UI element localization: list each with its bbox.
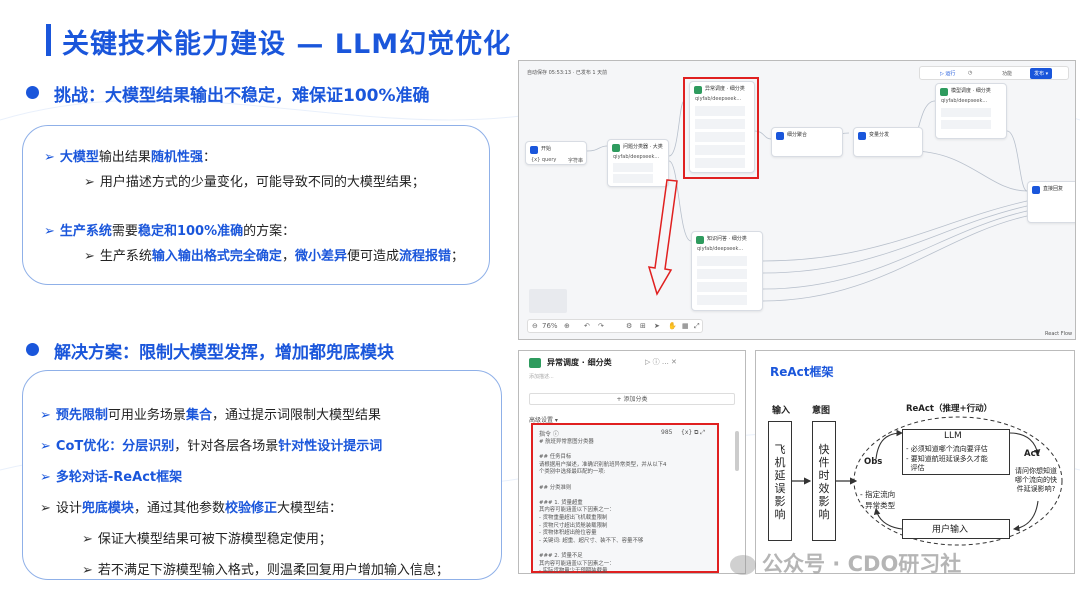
start-icon [530, 146, 538, 154]
reactflow-credit: React Flow [1045, 331, 1073, 337]
pointer-icon[interactable]: ➤ [654, 322, 660, 330]
solution-heading: 解决方案：限制大模型发挥，增加都兜底模块 [54, 343, 394, 363]
node-reply[interactable]: 模型调度 · 细分类 qiyfab/deepseek... [935, 83, 1007, 139]
zoom-in-icon[interactable]: ⊕ [564, 322, 570, 330]
settings-icon[interactable]: ⚙ [626, 322, 632, 330]
grid-icon[interactable]: ▦ [682, 322, 689, 330]
solution-bullet [26, 343, 39, 356]
arrow-icon: ➢ [40, 408, 51, 423]
reply-icon [1032, 186, 1040, 194]
prompt-line [539, 545, 666, 553]
page-title: 关键技术能力建设 — LLM幻觉优化 [62, 29, 512, 60]
panel-title: 异常调度 · 细分类 [547, 358, 612, 367]
arrow-icon: ➢ [84, 249, 95, 264]
arrow-icon: ➢ [44, 150, 55, 165]
prompt-line: - 实际货物量少于预期装载量 [539, 568, 608, 574]
minimap[interactable] [529, 289, 567, 313]
user-input-text: 用户输入 [932, 525, 969, 535]
hand-icon[interactable]: ✋ [668, 322, 677, 330]
challenge-line-3: ➢ 生产系统需要稳定和100%准确的方案： [44, 224, 296, 239]
prompt-line: - 货物尺寸超出货舱装载限制 [539, 522, 608, 529]
title-accent-bar [46, 24, 51, 56]
node-final[interactable]: 直接回复 [1027, 181, 1075, 223]
fit-icon[interactable]: ⤢ [694, 322, 700, 331]
solution-line-5: ➢ 保证大模型结果可被下游模型稳定使用； [82, 532, 332, 547]
arrow-icon: ➢ [40, 470, 51, 485]
arrow-icon: ➢ [40, 501, 51, 516]
solution-line-3: ➢ 多轮对话-ReAct框架 [40, 470, 183, 485]
solution-line-2: ➢ CoT优化：分层识别，针对各层各场景针对性设计提示词 [40, 439, 383, 454]
obs-line-2: - 异常类型 [860, 501, 896, 510]
prompt-line: 个类别中选择最匹配的一项: [539, 469, 606, 476]
arrow-icon: ➢ [40, 439, 51, 454]
obs-label: Obs [864, 457, 883, 467]
challenge-line-4: ➢ 生产系统输入输出格式完全确定，微小差异便可造成流程报错； [84, 249, 465, 264]
aggregate-icon [776, 132, 784, 140]
prompt-line: 其内容可能涵盖以下因素之一： [539, 507, 615, 514]
challenge-bullet [26, 86, 39, 99]
workflow-screenshot: 自动保存 05:53:13 · 已发布 1 天前 ▷ 运行 ◷ 功能 发布 ▾ … [518, 60, 1076, 340]
prompt-line: # 航班异常意图分类器 [539, 439, 594, 445]
solution-line-1: ➢ 预先限制可用业务场景集合，通过提示词限制大模型结果 [40, 408, 381, 423]
highlight-box [683, 77, 759, 179]
arrow-icon: ➢ [84, 175, 95, 190]
canvas-toolbar: ⊖ 76% ⊕ ↶ ↷ ⚙ ⊞ ➤ ✋ ▦ ⤢ [527, 319, 703, 333]
watermark: 公众号 · CDO研习社 [730, 548, 961, 578]
solution-line-4: ➢ 设计兜底模块，通过其他参数校验修正大模型结： [40, 501, 342, 516]
solution-line-6: ➢ 若不满足下游模型输入格式，则温柔回复用户增加输入信息； [82, 563, 449, 578]
challenge-heading: 挑战：大模型结果输出不稳定，难保证100%准确 [54, 86, 430, 106]
prompt-text: # 航班异常意图分类器 ## 任务目标 请根据用户描述，准确识别航班异常类型，并从以… [539, 439, 666, 574]
classifier-icon [940, 88, 948, 96]
instruction-editor[interactable]: 指令 ⓘ 985 {x} ⧉ ⤢ # 航班异常意图分类器 ## 任务目标 请根据用户… [531, 423, 719, 573]
panel-actions: ▷ ⓘ … ✕ [645, 358, 677, 366]
layout-icon[interactable]: ⊞ [640, 322, 646, 330]
add-class-button[interactable]: + 添加分类 [529, 393, 735, 405]
wechat-icon [730, 555, 756, 575]
node-start[interactable]: 开始 {x} query 字符串 [525, 141, 587, 165]
arrow-icon: ➢ [82, 563, 93, 578]
obs-line-1: - 指定流向 [860, 490, 896, 499]
zoom-level[interactable]: 76% [542, 322, 558, 330]
prompt-panel-screenshot: 异常调度 · 细分类 ▷ ⓘ … ✕ 添加描述... + 添加分类 高级设置 ▾… [518, 350, 746, 574]
react-diagram: ReAct框架 输入 意图 ReAct（推理+行动） 飞机延误影响 快件时效影响… [755, 350, 1075, 574]
prompt-line: ## 分类准则 [539, 484, 572, 491]
llm-line-1: - 必须知道哪个流向要评估 [906, 445, 988, 453]
arrow-icon: ➢ [44, 224, 55, 239]
prompt-line: - 货物重量超出飞机载重限制 [539, 514, 608, 521]
act-question: 请问你想知道哪个流向的快件延误影响? [1015, 467, 1057, 493]
editor-tools: {x} ⧉ ⤢ [681, 429, 706, 436]
classifier-icon [696, 236, 704, 244]
prompt-line [539, 492, 666, 500]
callout-arrow [647, 179, 678, 296]
prompt-line: - 关键词: 超重、超尺寸、装不下、容量不够 [539, 537, 644, 544]
prompt-line: ## 任务目标 [539, 454, 572, 461]
challenge-line-1: ➢ 大模型输出结果随机性强： [44, 150, 216, 165]
node-variable[interactable]: 变量分发 [853, 127, 923, 157]
panel-icon [529, 358, 541, 368]
variable-icon [858, 132, 866, 140]
prompt-line: 其内容可能涵盖以下因素之一： [539, 560, 615, 567]
undo-icon[interactable]: ↶ [584, 322, 590, 330]
prompt-line: - 货物体积超出舱位容量 [539, 530, 597, 537]
llm-line-3: 评估 [906, 464, 925, 472]
panel-scrollbar[interactable] [735, 431, 739, 471]
prompt-line [539, 477, 666, 485]
llm-title: LLM [944, 431, 962, 441]
node-category[interactable]: 知识问答 · 细分类 qiyfab/deepseek... [691, 231, 763, 311]
panel-description[interactable]: 添加描述... [529, 373, 554, 380]
node-mid[interactable]: 细分聚合 [771, 127, 843, 157]
redo-icon[interactable]: ↷ [598, 322, 604, 330]
arrow-icon: ➢ [82, 532, 93, 547]
zoom-out-icon[interactable]: ⊖ [532, 322, 538, 330]
challenge-line-2: ➢ 用户描述方式的少量变化，可能导致不同的大模型结果； [84, 175, 425, 190]
classifier-icon [612, 144, 620, 152]
prompt-line: ### 2. 货量不足 [539, 552, 583, 559]
act-label: Act [1024, 449, 1040, 459]
